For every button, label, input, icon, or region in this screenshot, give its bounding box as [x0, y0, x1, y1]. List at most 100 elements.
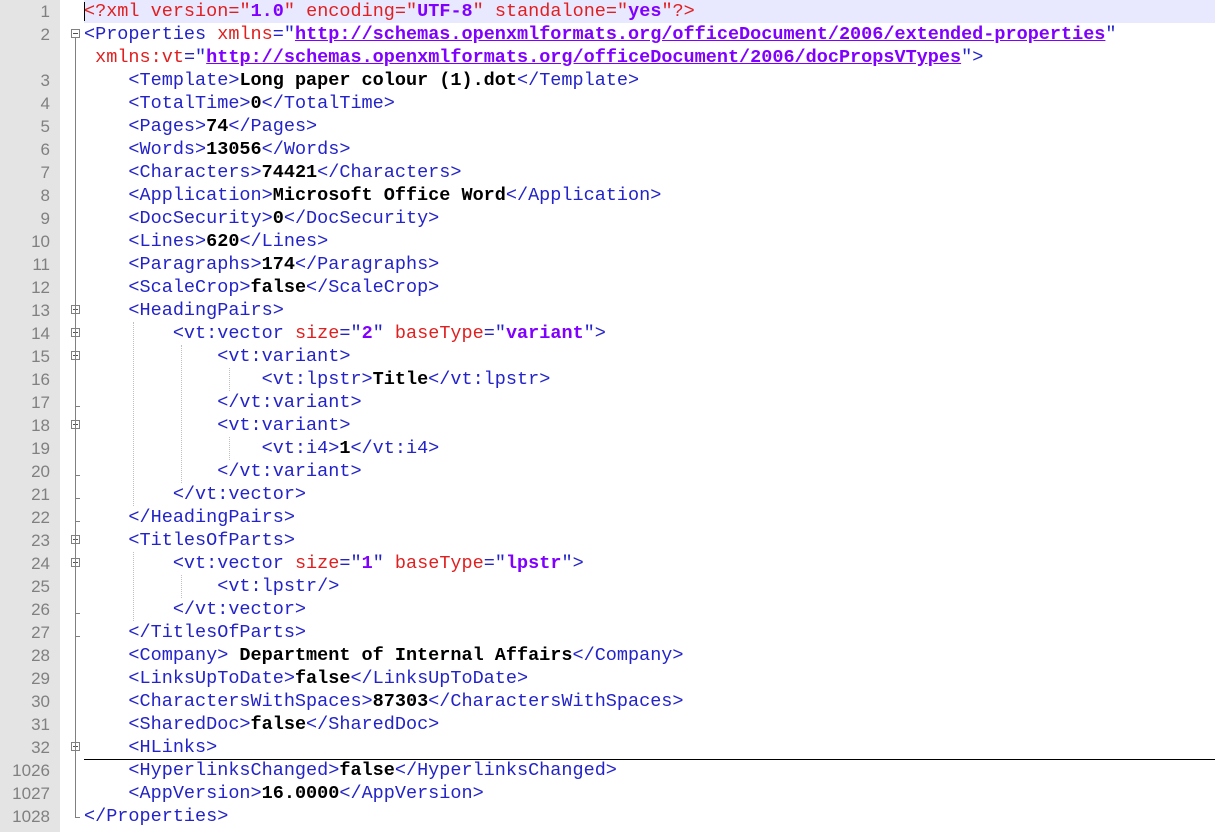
- code-line[interactable]: 9 <DocSecurity>0</DocSecurity>: [0, 207, 1215, 230]
- code-text: <SharedDoc>false</SharedDoc>: [84, 713, 439, 736]
- code-text: <vt:vector size="1" baseType="lpstr">: [84, 552, 584, 575]
- token-pi: <?xml: [84, 1, 151, 22]
- token-tag: <Words>: [84, 139, 207, 160]
- line-number: 2: [40, 25, 50, 44]
- code-line[interactable]: 22 </HeadingPairs>: [0, 506, 1215, 529]
- token-tag: </vt:variant>: [84, 392, 362, 413]
- code-line[interactable]: 30 <CharactersWithSpaces>87303</Characte…: [0, 690, 1215, 713]
- token-tag: </Lines>: [239, 231, 329, 252]
- token-tag: </ScaleCrop>: [306, 277, 440, 298]
- code-line[interactable]: 17 </vt:variant>: [0, 391, 1215, 414]
- code-line[interactable]: 28 <Company> Department of Internal Affa…: [0, 644, 1215, 667]
- code-text: </vt:vector>: [84, 483, 306, 506]
- token-pi: ": [283, 1, 307, 22]
- token-attr: baseType: [394, 553, 484, 574]
- token-attr: standalone: [494, 1, 606, 22]
- token-tag: <Characters>: [84, 162, 262, 183]
- token-url[interactable]: http://schemas.openxmlformats.org/office…: [206, 47, 961, 68]
- code-line[interactable]: 1027 <AppVersion>16.0000</AppVersion>: [0, 782, 1215, 805]
- code-line[interactable]: 31 <SharedDoc>false</SharedDoc>: [0, 713, 1215, 736]
- code-line[interactable]: 1026 <HyperlinksChanged>false</Hyperlink…: [0, 759, 1215, 782]
- code-line[interactable]: 18 <vt:variant>: [0, 414, 1215, 437]
- code-text: <HyperlinksChanged>false</HyperlinksChan…: [84, 759, 617, 782]
- code-line[interactable]: 8 <Application>Microsoft Office Word</Ap…: [0, 184, 1215, 207]
- token-tag: [84, 47, 95, 68]
- code-line[interactable]: 23 <TitlesOfParts>: [0, 529, 1215, 552]
- token-tag: ": [372, 553, 395, 574]
- code-line[interactable]: 14 <vt:vector size="2" baseType="variant…: [0, 322, 1215, 345]
- line-number: 28: [31, 646, 50, 665]
- code-text: <Pages>74</Pages>: [84, 115, 317, 138]
- token-txt: Department of Internal Affairs: [228, 645, 573, 666]
- code-line[interactable]: 6 <Words>13056</Words>: [0, 138, 1215, 161]
- code-text: <LinksUpToDate>false</LinksUpToDate>: [84, 667, 528, 690]
- code-line[interactable]: 10 <Lines>620</Lines>: [0, 230, 1215, 253]
- code-line[interactable]: 26 </vt:vector>: [0, 598, 1215, 621]
- token-tag: <vt:vector: [84, 553, 295, 574]
- token-tag: <Company>: [84, 645, 229, 666]
- code-text: <vt:lpstr/>: [84, 575, 339, 598]
- line-number: 27: [31, 623, 50, 642]
- line-number: 23: [31, 531, 50, 550]
- code-line[interactable]: 16 <vt:lpstr>Title</vt:lpstr>: [0, 368, 1215, 391]
- token-str: 1: [361, 553, 373, 574]
- code-line[interactable]: 20 </vt:variant>: [0, 460, 1215, 483]
- code-line[interactable]: xmlns:vt="http://schemas.openxmlformats.…: [0, 46, 1215, 69]
- code-text: <Words>13056</Words>: [84, 138, 350, 161]
- code-line[interactable]: 7 <Characters>74421</Characters>: [0, 161, 1215, 184]
- token-tag: <AppVersion>: [84, 783, 262, 804]
- code-line[interactable]: 11 <Paragraphs>174</Paragraphs>: [0, 253, 1215, 276]
- line-number: 1027: [12, 784, 50, 803]
- code-line[interactable]: 24 <vt:vector size="1" baseType="lpstr">: [0, 552, 1215, 575]
- token-pi: "?>: [661, 1, 695, 22]
- xml-editor[interactable]: 1 <?xml version="1.0" encoding="UTF-8" st…: [0, 0, 1215, 832]
- line-number: 11: [32, 255, 50, 274]
- token-url[interactable]: http://schemas.openxmlformats.org/office…: [295, 24, 1105, 45]
- token-tag: </Properties>: [84, 806, 229, 827]
- code-line[interactable]: 29 <LinksUpToDate>false</LinksUpToDate>: [0, 667, 1215, 690]
- code-line[interactable]: 5 <Pages>74</Pages>: [0, 115, 1215, 138]
- token-txt: 0: [250, 93, 262, 114]
- line-number: 3: [40, 71, 50, 90]
- code-line[interactable]: 32 <HLinks>: [0, 736, 1215, 759]
- line-number: 6: [40, 140, 50, 159]
- code-line[interactable]: 1 <?xml version="1.0" encoding="UTF-8" st…: [0, 0, 1215, 23]
- folded-block-marker: [84, 759, 1215, 760]
- token-tag: <ScaleCrop>: [84, 277, 251, 298]
- code-line[interactable]: 3 <Template>Long paper colour (1).dot</T…: [0, 69, 1215, 92]
- code-line[interactable]: 21 </vt:vector>: [0, 483, 1215, 506]
- indent-guide: [133, 552, 134, 621]
- fold-end-tick: [75, 475, 80, 476]
- code-text: <Application>Microsoft Office Word</Appl…: [84, 184, 661, 207]
- token-tag: =": [272, 24, 295, 45]
- fold-end-tick: [75, 636, 80, 637]
- code-line[interactable]: 15 <vt:variant>: [0, 345, 1215, 368]
- line-number: 29: [31, 669, 50, 688]
- token-tag: </TitlesOfParts>: [84, 622, 307, 643]
- line-number: 26: [31, 600, 50, 619]
- code-line[interactable]: 1028 </Properties>: [0, 805, 1215, 828]
- token-tag: <vt:variant>: [84, 415, 351, 436]
- token-txt: Long paper colour (1).dot: [239, 70, 517, 91]
- code-text: <vt:i4>1</vt:i4>: [84, 437, 440, 460]
- code-line[interactable]: 4 <TotalTime>0</TotalTime>: [0, 92, 1215, 115]
- line-number: 16: [31, 370, 50, 389]
- code-text: <vt:variant>: [84, 414, 350, 437]
- code-line[interactable]: 27 </TitlesOfParts>: [0, 621, 1215, 644]
- token-txt: 74: [206, 116, 229, 137]
- line-number: 7: [40, 163, 50, 182]
- fold-end-tick: [75, 521, 80, 522]
- token-tag: =": [483, 553, 506, 574]
- token-tag: <vt:vector: [84, 323, 295, 344]
- code-line[interactable]: 2 <Properties xmlns="http://schemas.openx…: [0, 23, 1215, 46]
- fold-collapse-icon[interactable]: [71, 29, 80, 38]
- code-line[interactable]: 13 <HeadingPairs>: [0, 299, 1215, 322]
- code-line[interactable]: 19 <vt:i4>1</vt:i4>: [0, 437, 1215, 460]
- token-tag: <vt:variant>: [84, 346, 351, 367]
- token-txt: 87303: [372, 691, 429, 712]
- token-txt: Microsoft Office Word: [272, 185, 506, 206]
- line-number: 12: [31, 278, 50, 297]
- code-line[interactable]: 25 <vt:lpstr/>: [0, 575, 1215, 598]
- code-line[interactable]: 12 <ScaleCrop>false</ScaleCrop>: [0, 276, 1215, 299]
- token-tag: </Company>: [572, 645, 684, 666]
